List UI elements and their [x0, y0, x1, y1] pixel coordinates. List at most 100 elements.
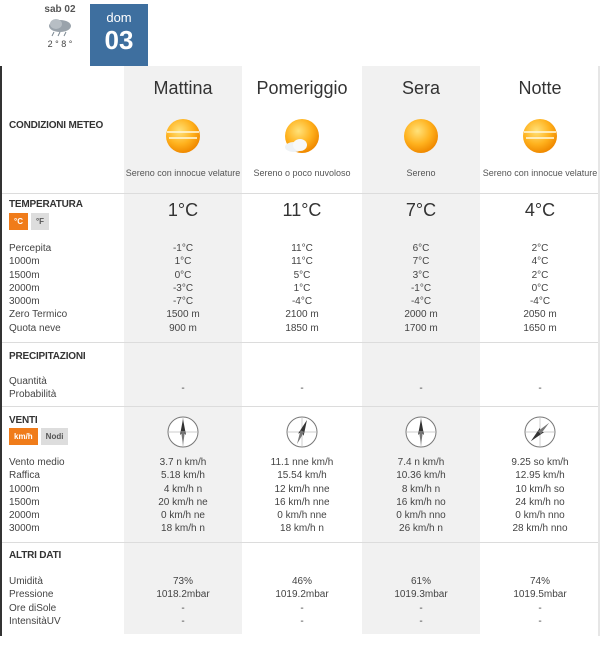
wind-compass-wrap — [362, 415, 480, 449]
value-cell: 5.18 km/h — [161, 470, 205, 482]
precip-values: - — [243, 382, 361, 395]
period-name: Mattina — [153, 78, 213, 98]
precip-values: - — [124, 382, 242, 395]
temperature-values: 2°C 4°C 2°C 0°C -4°C 2050 m 1650 m — [481, 242, 599, 335]
section-other: ALTRI DATI — [9, 550, 62, 561]
value-cell: 12 km/h nne — [274, 483, 330, 495]
value-cell: - — [300, 602, 304, 614]
wind-unit-toggle: km/h Nodi — [9, 428, 69, 445]
row-label: Ore diSole — [9, 602, 57, 614]
value-cell: 0°C — [531, 282, 549, 294]
value-cell: 3.7 n km/h — [159, 457, 207, 468]
section-precipitation: PRECIPITAZIONI — [9, 351, 86, 362]
value-cell: 1019.3mbar — [394, 589, 448, 601]
row-label: Zero Termico — [9, 309, 68, 321]
value-cell: 2000 m — [404, 309, 438, 321]
value-cell: 1700 m — [404, 322, 438, 334]
row-label: Quantità — [9, 376, 47, 387]
value-cell: 10.36 km/h — [396, 470, 446, 482]
row-label: Umidità — [9, 576, 43, 587]
row-label: 1500m — [9, 496, 40, 508]
row-label: 1000m — [9, 256, 40, 268]
value-cell: 11°C — [291, 243, 313, 254]
fahrenheit-button[interactable]: °F — [30, 213, 50, 230]
value-cell: 15.54 km/h — [277, 470, 327, 482]
period-name: Notte — [518, 78, 562, 98]
value-cell: 28 km/h nno — [512, 523, 568, 535]
row-label: Vento medio — [9, 457, 65, 468]
sun-hazy-icon — [166, 119, 200, 153]
value-cell: 5°C — [293, 269, 311, 281]
sun-cloud-icon — [285, 119, 319, 153]
divider — [2, 406, 600, 407]
divider — [2, 542, 600, 543]
value-cell: 12.95 km/h — [515, 470, 565, 482]
value-cell: 9.25 so km/h — [511, 457, 569, 468]
value-cell: 6°C — [412, 243, 430, 254]
sun-icon — [404, 119, 438, 153]
row-label: 2000m — [9, 282, 40, 294]
weather-description: Sereno o poco nuvoloso — [253, 168, 351, 178]
value-cell: 18 km/h n — [280, 523, 324, 535]
section-wind: VENTI — [9, 415, 38, 426]
temp-unit-toggle: °C °F — [9, 213, 50, 230]
value-cell: 0 km/h nno — [515, 510, 565, 522]
value-cell: 0 km/h nno — [396, 510, 446, 522]
value-cell: 24 km/h no — [515, 496, 565, 508]
value-cell: -7°C — [172, 296, 194, 308]
row-label: Percepita — [9, 243, 52, 254]
value-cell: -4°C — [410, 296, 432, 308]
other-values: 74% 1019.5mbar - - — [481, 575, 599, 628]
day-tab-label: dom — [106, 10, 132, 25]
value-cell: 2050 m — [523, 309, 557, 321]
temperature-values: -1°C 1°C 0°C -3°C -7°C 1500 m 900 m — [124, 242, 242, 335]
day-tab-sunday[interactable]: dom 03 — [90, 4, 148, 66]
divider — [2, 193, 600, 194]
other-values: 73% 1018.2mbar - - — [124, 575, 242, 628]
value-cell: 11.1 nne km/h — [270, 457, 334, 468]
value-cell: 1850 m — [285, 322, 319, 334]
wind-values: 3.7 n km/h 5.18 km/h 4 km/h n 20 km/h ne 0 k… — [124, 456, 242, 536]
value-cell: -3°C — [172, 282, 194, 294]
precip-values: - — [362, 382, 480, 395]
value-cell: - — [419, 602, 423, 614]
wind-compass-wrap — [481, 415, 599, 449]
value-cell: - — [419, 383, 423, 394]
value-cell: 46% — [291, 576, 312, 587]
value-cell: 8 km/h n — [401, 483, 441, 495]
period-name: Pomeriggio — [256, 78, 348, 98]
day-tabs: sab 02 2 ° 8 ° dom 03 — [0, 0, 600, 66]
value-cell: 1650 m — [523, 322, 557, 334]
precip-row-labels: Quantità Probabilità — [9, 375, 56, 402]
weather-icon-wrap — [362, 114, 480, 158]
sun-hazy-icon — [523, 119, 557, 153]
value-cell: -1°C — [172, 243, 194, 254]
wind-compass-icon — [167, 416, 199, 448]
forecast-table: CONDIZIONI METEO TEMPERATURA °C °F Perce… — [0, 66, 600, 636]
wind-compass-icon — [286, 416, 318, 448]
celsius-button[interactable]: °C — [9, 213, 28, 230]
wind-compass-icon — [524, 416, 556, 448]
value-cell: 7.4 n km/h — [397, 457, 445, 468]
value-cell: - — [181, 615, 185, 627]
value-cell: -4°C — [529, 296, 551, 308]
value-cell: 1019.5mbar — [513, 589, 567, 601]
value-cell: 1°C — [174, 256, 192, 268]
value-cell: - — [300, 383, 304, 394]
value-cell: 10 km/h so — [515, 483, 565, 495]
wind-compass-wrap — [243, 415, 361, 449]
value-cell: 7°C — [412, 256, 430, 268]
kmh-button[interactable]: km/h — [9, 428, 38, 445]
value-cell: 73% — [172, 576, 193, 587]
day-tab-saturday[interactable]: sab 02 2 ° 8 ° — [38, 4, 82, 49]
divider — [2, 342, 600, 343]
other-values: 61% 1019.3mbar - - — [362, 575, 480, 628]
precip-values: - — [481, 382, 599, 395]
row-label: 3000m — [9, 296, 40, 308]
day-tab-number: 03 — [104, 25, 134, 55]
section-temperature: TEMPERATURA — [9, 199, 83, 210]
row-label: 3000m — [9, 523, 40, 535]
other-row-labels: Umidità Pressione Ore diSole IntensitàUV — [9, 575, 61, 628]
period-name: Sera — [401, 78, 441, 98]
knots-button[interactable]: Nodi — [40, 428, 69, 445]
